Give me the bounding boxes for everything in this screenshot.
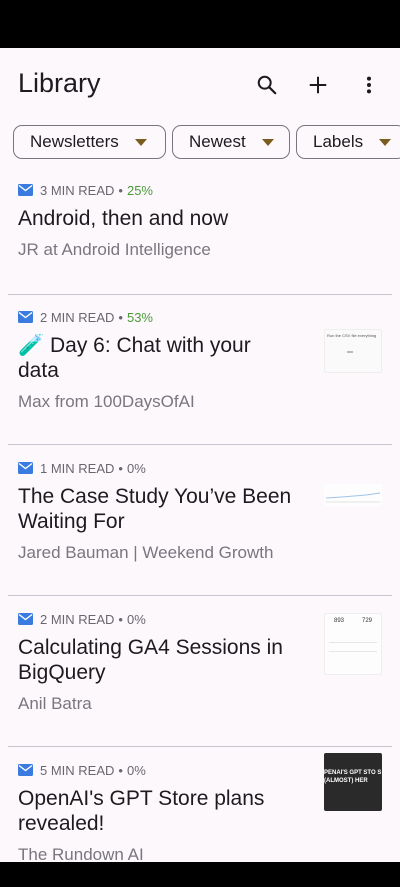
add-button[interactable]	[301, 68, 335, 102]
item-meta: 1 MIN READ • 0%	[18, 460, 146, 476]
labels-filter-chip[interactable]: Labels	[296, 125, 400, 159]
item-thumbnail	[324, 484, 382, 506]
thumbnail-value: 729	[361, 618, 372, 624]
mail-icon	[18, 311, 33, 323]
mail-icon	[18, 764, 33, 776]
list-item[interactable]: 5 MIN READ • 0% OpenAI's GPT Store plans…	[0, 753, 400, 862]
thumbnail-text: Run the CSV file everything	[327, 333, 377, 338]
read-progress: 0%	[126, 762, 146, 778]
item-author: JR at Android Intelligence	[18, 240, 211, 259]
top-app-bar: Library	[0, 48, 400, 120]
chip-label: Newsletters	[30, 132, 119, 151]
thumbnail-graphic	[325, 492, 381, 503]
library-screen: Library Newsletters Newest Labels 3 MIN …	[0, 48, 400, 862]
navigation-bar	[0, 862, 400, 887]
read-time: 5 MIN READ	[40, 762, 115, 778]
item-title: Calculating GA4 Sessions in BigQuery	[18, 636, 283, 684]
thumbnail-rule	[329, 642, 377, 643]
separator-dot: •	[118, 182, 123, 198]
thumbnail-mark	[347, 351, 353, 353]
list-item[interactable]: 2 MIN READ • 53% 🧪 Day 6: Chat with your…	[0, 301, 400, 445]
separator-dot: •	[118, 762, 123, 778]
thumbnail-text: PENAI'S GPT STO S (ALMOST) HER	[324, 770, 382, 784]
sort-filter-chip[interactable]: Newest	[172, 125, 290, 159]
item-thumbnail: Run the CSV file everything	[324, 329, 382, 373]
read-progress: 25%	[126, 182, 153, 198]
divider	[8, 294, 392, 295]
thumbnail-value: 893	[333, 618, 344, 624]
more-options-button[interactable]	[352, 68, 386, 102]
read-progress: 0%	[126, 460, 146, 476]
search-icon	[257, 75, 277, 95]
read-progress: 53%	[126, 309, 153, 325]
page-title: Library	[18, 68, 101, 98]
separator-dot: •	[118, 460, 123, 476]
status-bar	[0, 0, 400, 48]
read-time: 1 MIN READ	[40, 460, 115, 476]
mail-icon	[18, 184, 33, 196]
chip-label: Labels	[313, 132, 364, 151]
item-author: Max from 100DaysOfAI	[18, 392, 195, 411]
caret-down-icon	[379, 138, 392, 146]
divider	[8, 444, 392, 445]
read-time: 2 MIN READ	[40, 611, 115, 627]
item-author: The Rundown AI	[18, 845, 144, 862]
separator-dot: •	[118, 611, 123, 627]
mail-icon	[18, 462, 33, 474]
caret-down-icon	[134, 138, 147, 146]
item-title: 🧪 Day 6: Chat with your data	[18, 334, 251, 382]
caret-down-icon	[261, 138, 274, 146]
newsletters-filter-chip[interactable]: Newsletters	[13, 125, 166, 159]
item-thumbnail: PENAI'S GPT STO S (ALMOST) HER	[324, 753, 382, 811]
item-title: The Case Study You’ve Been Waiting For	[18, 485, 292, 533]
search-button[interactable]	[250, 68, 284, 102]
item-thumbnail: 893 729	[324, 613, 382, 675]
list-item[interactable]: 3 MIN READ • 25% Android, then and now J…	[0, 174, 400, 294]
filter-chips: Newsletters Newest Labels	[0, 125, 400, 161]
item-author: Jared Bauman | Weekend Growth	[18, 543, 274, 562]
divider	[8, 595, 392, 596]
item-meta: 2 MIN READ • 0%	[18, 611, 146, 627]
read-progress: 0%	[126, 611, 146, 627]
item-title: OpenAI's GPT Store plans revealed!	[18, 787, 265, 835]
chip-label: Newest	[189, 132, 246, 151]
item-meta: 5 MIN READ • 0%	[18, 762, 146, 778]
read-time: 3 MIN READ	[40, 182, 115, 198]
item-author: Anil Batra	[18, 694, 92, 713]
item-title: Android, then and now	[18, 207, 229, 230]
list-item[interactable]: 2 MIN READ • 0% Calculating GA4 Sessions…	[0, 603, 400, 747]
thumbnail-stats: 893 729	[325, 614, 381, 624]
separator-dot: •	[118, 309, 123, 325]
divider	[8, 746, 392, 747]
plus-icon	[309, 76, 327, 94]
more-vert-icon	[366, 76, 372, 94]
item-meta: 3 MIN READ • 25%	[18, 182, 153, 198]
read-time: 2 MIN READ	[40, 309, 115, 325]
item-meta: 2 MIN READ • 53%	[18, 309, 153, 325]
mail-icon	[18, 613, 33, 625]
list-item[interactable]: 1 MIN READ • 0% The Case Study You’ve Be…	[0, 452, 400, 596]
thumbnail-rule	[329, 651, 377, 652]
